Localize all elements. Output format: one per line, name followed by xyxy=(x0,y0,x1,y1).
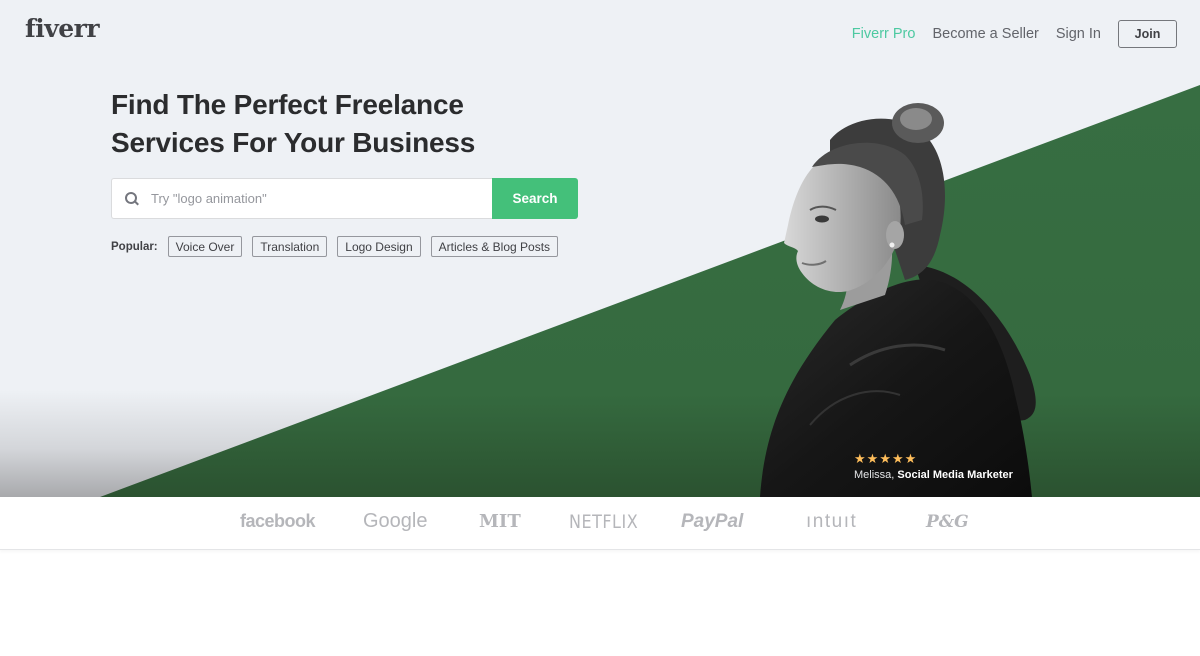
testimonial-name: Melissa, xyxy=(854,469,895,481)
google-logo: Google xyxy=(363,510,428,532)
testimonial-caption: ★ ★ ★ ★ ★ Melissa, Social Media Marketer xyxy=(854,452,1013,482)
popular-tag-logo-design[interactable]: Logo Design xyxy=(337,236,421,257)
popular-searches: Popular: Voice Over Translation Logo Des… xyxy=(111,236,568,257)
hero-section: ★ ★ ★ ★ ★ Melissa, Social Media Marketer… xyxy=(0,0,1200,497)
nav-become-seller[interactable]: Become a Seller xyxy=(932,26,1038,42)
nav-sign-in[interactable]: Sign In xyxy=(1056,26,1101,42)
star-icon: ★ xyxy=(891,451,904,466)
popular-tag-voice-over[interactable]: Voice Over xyxy=(167,236,243,257)
facebook-logo: facebook xyxy=(240,511,316,531)
fiverr-logo[interactable]: fiverr xyxy=(25,14,100,43)
netflix-logo: NETFLIX xyxy=(569,510,639,533)
star-icon: ★ xyxy=(854,451,866,466)
search-field-container xyxy=(111,178,492,219)
testimonial-attribution: Melissa, Social Media Marketer xyxy=(854,469,1013,481)
star-icon: ★ xyxy=(879,451,891,466)
popular-tag-translation[interactable]: Translation xyxy=(252,236,328,257)
headline-line-2: Services For Your Business xyxy=(111,127,476,158)
popular-label: Popular: xyxy=(111,240,158,253)
nav-links: Fiverr Pro Become a Seller Sign In Join xyxy=(852,20,1177,48)
search-button[interactable]: Search xyxy=(492,178,578,219)
hero-headline: Find The Perfect Freelance Services For … xyxy=(111,86,475,162)
search-icon xyxy=(125,191,139,206)
testimonial-role: Social Media Marketer xyxy=(897,469,1013,481)
join-button[interactable]: Join xyxy=(1118,20,1177,48)
pg-logo: P&G xyxy=(926,512,969,532)
nav-fiverr-pro[interactable]: Fiverr Pro xyxy=(852,26,916,42)
star-icon: ★ xyxy=(904,451,917,466)
search-bar: Search xyxy=(111,178,578,219)
search-input[interactable] xyxy=(151,191,471,206)
top-navigation: fiverr Fiverr Pro Become a Seller Sign I… xyxy=(0,0,1200,68)
headline-line-1: Find The Perfect Freelance xyxy=(111,89,464,120)
testimonial-person-photo xyxy=(760,103,1036,497)
paypal-logo: PayPal xyxy=(681,511,744,532)
popular-tag-articles-blog-posts[interactable]: Articles & Blog Posts xyxy=(430,236,559,257)
mit-logo: MIT xyxy=(479,511,521,532)
star-icon: ★ xyxy=(866,451,879,466)
intuit-logo: ıntuıt xyxy=(806,511,858,532)
rating-stars: ★ ★ ★ ★ ★ xyxy=(854,452,1013,466)
trusted-by-logos-bar: facebook Google MIT NETFLIX PayPal ıntuı… xyxy=(0,497,1200,550)
